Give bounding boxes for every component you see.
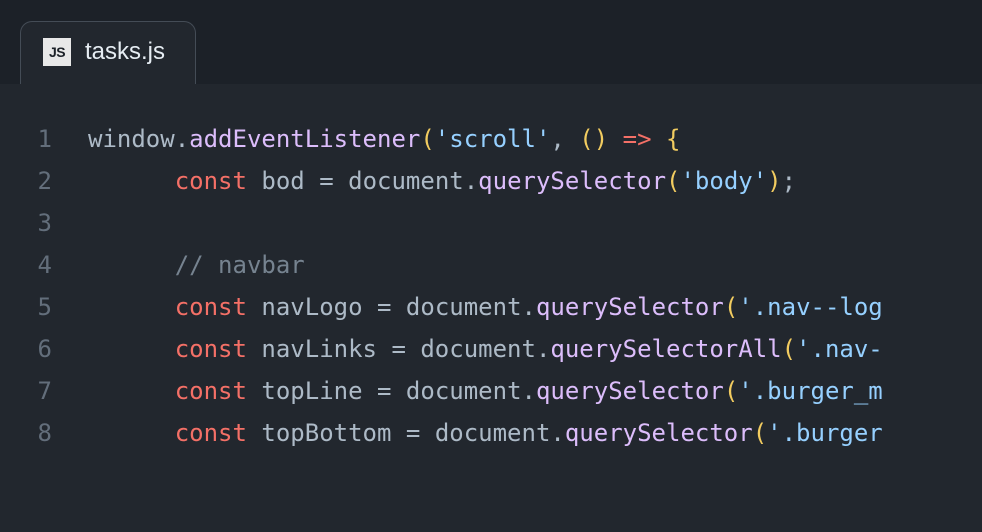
line-number: 3	[0, 202, 88, 244]
code-line: 4 // navbar	[0, 244, 982, 286]
code-line: 1 window.addEventListener('scroll', () =…	[0, 118, 982, 160]
code-line: 8 const topBottom = document.querySelect…	[0, 412, 982, 454]
code-content: const bod = document.querySelector('body…	[88, 160, 982, 202]
code-line: 6 const navLinks = document.querySelecto…	[0, 328, 982, 370]
code-line: 3	[0, 202, 982, 244]
tab-bar: JS tasks.js	[0, 0, 982, 84]
code-content: window.addEventListener('scroll', () => …	[88, 118, 982, 160]
code-line: 5 const navLogo = document.querySelector…	[0, 286, 982, 328]
line-number: 2	[0, 160, 88, 202]
code-editor[interactable]: 1 window.addEventListener('scroll', () =…	[0, 84, 982, 454]
line-number: 1	[0, 118, 88, 160]
code-content: const navLinks = document.querySelectorA…	[88, 328, 982, 370]
code-line: 7 const topLine = document.querySelector…	[0, 370, 982, 412]
line-number: 6	[0, 328, 88, 370]
line-number: 5	[0, 286, 88, 328]
code-content	[88, 202, 982, 244]
line-number: 8	[0, 412, 88, 454]
file-tab[interactable]: JS tasks.js	[20, 21, 196, 84]
file-tab-label: tasks.js	[85, 38, 165, 66]
js-file-icon: JS	[43, 38, 71, 66]
code-line: 2 const bod = document.querySelector('bo…	[0, 160, 982, 202]
code-content: const topBottom = document.querySelector…	[88, 412, 982, 454]
code-content: // navbar	[88, 244, 982, 286]
code-content: const navLogo = document.querySelector('…	[88, 286, 982, 328]
line-number: 4	[0, 244, 88, 286]
line-number: 7	[0, 370, 88, 412]
code-content: const topLine = document.querySelector('…	[88, 370, 982, 412]
